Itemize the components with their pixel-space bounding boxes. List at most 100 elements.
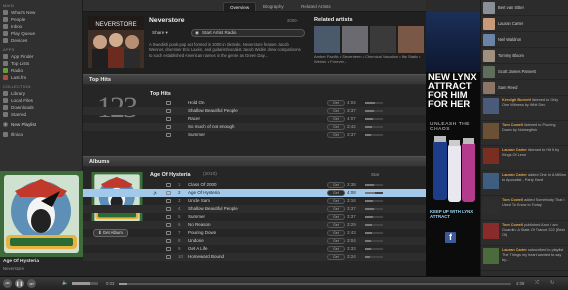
get-track-button[interactable]: Get <box>327 230 345 236</box>
get-track-button[interactable]: Get <box>327 116 345 122</box>
get-track-button[interactable]: Get <box>327 246 345 252</box>
sidebar-item-app-2[interactable]: Radio <box>0 67 82 74</box>
activity-item[interactable]: Lauran Carter listened to Hit It by King… <box>481 146 568 171</box>
friend-item[interactable]: Neil Waldron <box>481 32 568 48</box>
share-icon[interactable] <box>166 239 171 243</box>
repeat-button[interactable]: ↻ <box>550 280 560 287</box>
sidebar-item-illnica[interactable]: Illnica <box>0 131 82 138</box>
sidebar-item-coll-3[interactable]: Starred <box>0 111 82 118</box>
share-icon[interactable] <box>166 231 171 235</box>
activity-item[interactable]: Lauran Carter added One In A Million to … <box>481 171 568 196</box>
activity-user[interactable]: Lauran Carter <box>502 173 527 177</box>
track-row[interactable]: 4 Shallow Beautiful People Get 3:37 <box>83 205 426 213</box>
seek-bar[interactable] <box>119 283 511 285</box>
activity-item[interactable]: Tom Cowell listened to Pouring Down by N… <box>481 121 568 146</box>
get-track-button[interactable]: Get <box>327 108 345 114</box>
get-track-button[interactable]: Get <box>327 206 345 212</box>
now-playing-cover-art[interactable] <box>0 171 83 257</box>
related-artist-thumb[interactable] <box>370 26 396 53</box>
get-track-button[interactable]: Get <box>327 214 345 220</box>
track-row[interactable]: 10 Homeward Bound Get 3:24 <box>83 253 426 261</box>
tab-related-artists[interactable]: Related Artists <box>295 2 337 11</box>
share-icon[interactable] <box>166 255 171 259</box>
track-row[interactable]: 6 No Reason Get 3:29 <box>83 221 426 229</box>
activity-user[interactable]: Tom Cowell <box>502 198 523 202</box>
now-playing-artist[interactable]: Neverstore <box>3 266 80 271</box>
track-row[interactable]: Racer Get 4:07 <box>83 115 426 123</box>
next-button[interactable]: ⏭ <box>27 279 36 288</box>
activity-item[interactable]: Tom Cowell published Aron I am Guardin: … <box>481 221 568 246</box>
shuffle-button[interactable]: ⤮ <box>535 280 545 287</box>
sidebar-item-coll-1[interactable]: Local Files <box>0 97 82 104</box>
friend-item[interactable]: Tommy Bloom <box>481 48 568 64</box>
sidebar-item-main-3[interactable]: Play Queue <box>0 30 82 37</box>
start-artist-radio-button[interactable]: ◉ Start Artist Radio <box>191 29 305 37</box>
share-icon[interactable] <box>166 117 171 121</box>
share-icon[interactable] <box>166 125 171 129</box>
track-row[interactable]: 9 Get A Life Get 3:33 <box>83 245 426 253</box>
sidebar-item-main-2[interactable]: Inbox <box>0 23 82 30</box>
related-artist-thumb[interactable] <box>314 26 340 53</box>
album-title[interactable]: Age Of Hysteria <box>150 172 190 178</box>
sidebar-item-app-0[interactable]: App Finder <box>0 53 82 60</box>
get-track-button[interactable]: Get <box>327 238 345 244</box>
get-track-button[interactable]: Get <box>327 100 345 106</box>
track-row[interactable]: 8 Undone Get 3:04 <box>83 237 426 245</box>
share-icon[interactable] <box>166 191 171 195</box>
share-icon[interactable] <box>166 215 171 219</box>
activity-item[interactable]: Lauran Carter subscribed to playlist The… <box>481 246 568 271</box>
activity-user[interactable]: Lauran Carter <box>502 148 527 152</box>
activity-item[interactable]: Kerolgh Burnett listened to Only One Wit… <box>481 96 568 121</box>
friend-item[interactable]: Bert van Sitter <box>481 0 568 16</box>
sidebar-item-main-4[interactable]: Devices <box>0 37 82 44</box>
previous-button[interactable]: ⏮ <box>3 279 12 288</box>
tab-overview[interactable]: Overview <box>223 2 257 11</box>
share-icon[interactable] <box>166 207 171 211</box>
sidebar-item-app-1[interactable]: Top Lists <box>0 60 82 67</box>
get-track-button[interactable]: Get <box>327 198 345 204</box>
related-artist-thumb[interactable] <box>398 26 424 53</box>
share-button[interactable]: Share ▾ <box>149 29 171 37</box>
share-icon[interactable] <box>166 183 171 187</box>
sidebar-item-main-0[interactable]: What's New <box>0 9 82 16</box>
share-icon[interactable] <box>166 199 171 203</box>
facebook-icon[interactable]: f <box>445 232 456 243</box>
sidebar-item-main-1[interactable]: People <box>0 16 82 23</box>
track-row[interactable]: Hold On Get 4:04 <box>83 99 426 107</box>
sidebar-item-coll-0[interactable]: Library <box>0 90 82 97</box>
tab-biography[interactable]: Biography <box>257 2 290 11</box>
track-row[interactable]: So much of not enough Get 3:42 <box>83 123 426 131</box>
track-row[interactable]: 1 Class Of 2000 Get 3:38 <box>83 181 426 189</box>
play-pause-button[interactable]: ❚❚ <box>15 279 24 288</box>
get-track-button[interactable]: Get <box>327 254 345 260</box>
share-icon[interactable] <box>166 223 171 227</box>
track-row[interactable]: Summer Get 3:37 <box>83 131 426 139</box>
related-artist-thumb[interactable] <box>342 26 368 53</box>
track-row[interactable]: 5 Summer Get 3:37 <box>83 213 426 221</box>
related-artists-names[interactable]: Amber Pacific • Seventeen • Chemical Vac… <box>314 54 426 64</box>
friend-item[interactable]: Scott James Pannett <box>481 64 568 80</box>
volume-slider[interactable] <box>72 282 98 285</box>
track-row[interactable]: 🔊 2 Age Of Hysteria Get 4:08 <box>83 189 426 197</box>
track-row[interactable]: Shallow Beautiful People Get 3:37 <box>83 107 426 115</box>
activity-user[interactable]: Tom Cowell <box>502 223 523 227</box>
now-playing-title[interactable]: Age Of Hysteria <box>3 259 80 264</box>
track-row[interactable]: 3 Uncle Sam Get 3:16 <box>83 197 426 205</box>
activity-user[interactable]: Tom Cowell <box>502 123 523 127</box>
share-icon[interactable] <box>166 133 171 137</box>
get-track-button[interactable]: Get <box>327 182 345 188</box>
share-icon[interactable] <box>166 247 171 251</box>
get-track-button[interactable]: Get <box>327 124 345 130</box>
sidebar-item-app-3[interactable]: Last.fm <box>0 74 82 81</box>
get-track-button[interactable]: Get <box>327 132 345 138</box>
sidebar-item-coll-2[interactable]: Downloads <box>0 104 82 111</box>
share-icon[interactable] <box>166 101 171 105</box>
activity-item[interactable]: Tom Cowell added Somebody That I Used To… <box>481 196 568 221</box>
get-track-button[interactable]: Get <box>327 222 345 228</box>
advertisement-banner[interactable]: NEW LYNX ATTRACT FOR HIM FOR HER UNLEASH… <box>426 12 480 276</box>
activity-user[interactable]: Kerolgh Burnett <box>502 98 531 102</box>
friend-item[interactable]: Lauran Carter <box>481 16 568 32</box>
new-playlist-button[interactable]: + New Playlist <box>3 121 79 128</box>
track-row[interactable]: 7 Pouring Down Get 3:43 <box>83 229 426 237</box>
related-artists-header[interactable]: Related artists <box>314 17 353 23</box>
